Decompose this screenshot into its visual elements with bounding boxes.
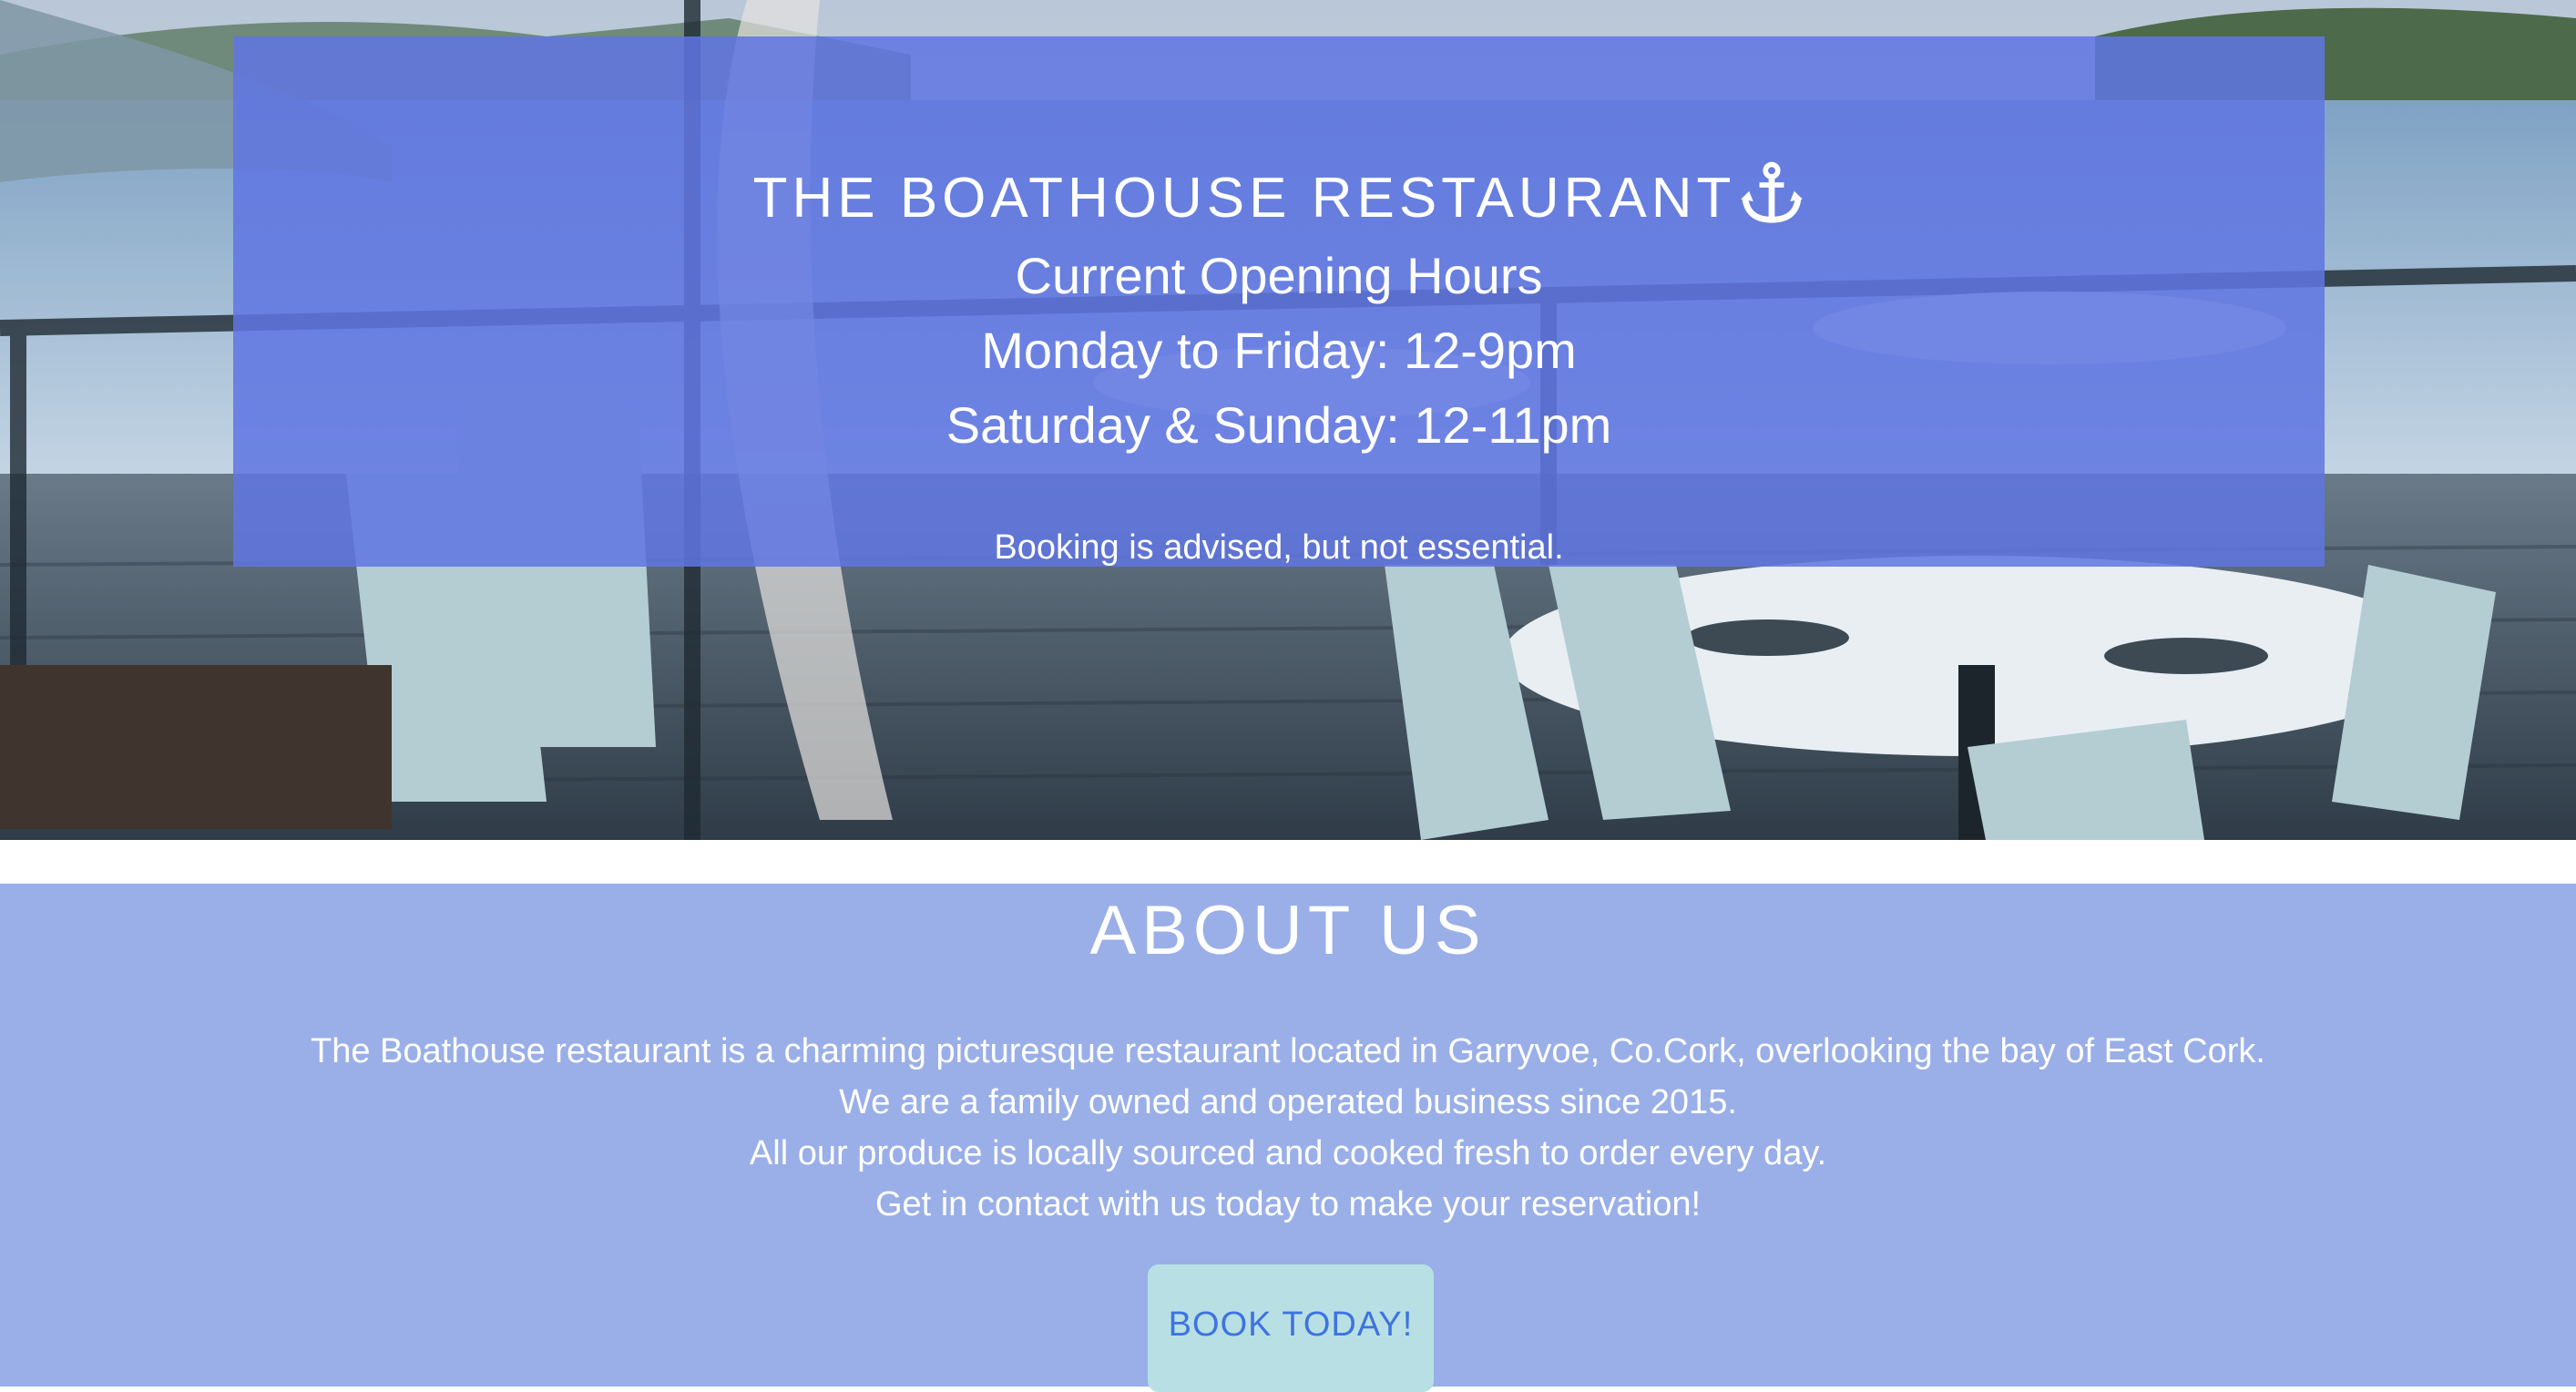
about-heading: ABOUT US bbox=[1089, 892, 1487, 969]
about-paragraph: The Boathouse restaurant is a charming p… bbox=[311, 1032, 2265, 1070]
about-paragraph: All our produce is locally sourced and c… bbox=[749, 1134, 1827, 1172]
about-paragraph: We are a family owned and operated busin… bbox=[839, 1083, 1737, 1121]
book-today-button[interactable]: BOOK TODAY! bbox=[1148, 1264, 1434, 1392]
opening-hours-card: THE BOATHOUSE RESTAURANT Current Opening… bbox=[233, 36, 2325, 567]
about-paragraph: Get in contact with us today to make you… bbox=[874, 1185, 1702, 1223]
restaurant-title-text: THE BOATHOUSE RESTAURANT bbox=[752, 167, 1736, 230]
hero-section: THE BOATHOUSE RESTAURANT Current Opening… bbox=[0, 0, 2576, 840]
restaurant-title: THE BOATHOUSE RESTAURANT bbox=[233, 160, 2325, 235]
about-description: The Boathouse restaurant is a charming p… bbox=[0, 1026, 2576, 1230]
anchor-icon bbox=[1741, 161, 1804, 223]
weekend-hours: Saturday & Sunday: 12-11pm bbox=[946, 396, 1612, 454]
weekday-hours: Monday to Friday: 12-9pm bbox=[981, 322, 1577, 379]
opening-hours-heading: Current Opening Hours bbox=[1015, 247, 1543, 304]
about-section: ABOUT US The Boathouse restaurant is a c… bbox=[0, 884, 2576, 1392]
booking-note: Booking is advised, but not essential. bbox=[994, 528, 1564, 567]
